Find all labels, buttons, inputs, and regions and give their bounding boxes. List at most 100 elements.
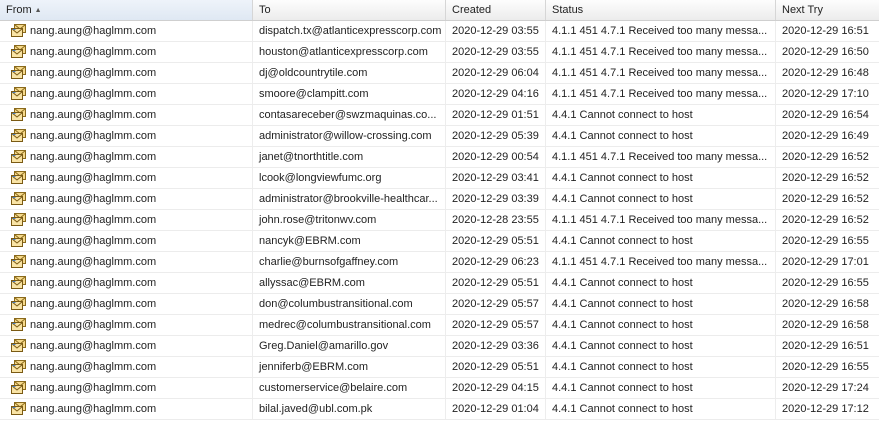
column-header-label: Created: [452, 4, 492, 16]
cell-status: 4.4.1 Cannot connect to host: [546, 189, 776, 209]
table-row[interactable]: nang.aung@haglmm.com nancyk@EBRM.com 202…: [0, 231, 879, 252]
cell-created: 2020-12-29 05:51: [446, 357, 546, 377]
cell-from: nang.aung@haglmm.com: [0, 315, 253, 335]
cell-next-try: 2020-12-29 16:50: [782, 46, 869, 58]
cell-created: 2020-12-29 03:55: [446, 42, 546, 62]
cell-to: dj@oldcountrytile.com: [253, 63, 446, 83]
cell-to: bilal.javed@ubl.com.pk: [253, 399, 446, 419]
column-header-label: To: [259, 4, 271, 16]
cell-status: 4.1.1 451 4.7.1 Received too many messa.…: [546, 42, 776, 62]
cell-to: dispatch.tx@atlanticexpresscorp.com: [253, 21, 446, 41]
table-row[interactable]: nang.aung@haglmm.com don@columbustransit…: [0, 294, 879, 315]
cell-from: nang.aung@haglmm.com: [0, 378, 253, 398]
table-row[interactable]: nang.aung@haglmm.com customerservice@bel…: [0, 378, 879, 399]
column-header-label: From: [6, 4, 32, 16]
cell-status: 4.4.1 Cannot connect to host: [546, 105, 776, 125]
from-address: nang.aung@haglmm.com: [30, 319, 157, 332]
cell-to: allyssac@EBRM.com: [253, 273, 446, 293]
from-address: nang.aung@haglmm.com: [30, 25, 157, 38]
column-header-created[interactable]: Created: [446, 0, 546, 20]
queued-message-icon: [11, 360, 26, 373]
queued-message-icon: [11, 255, 26, 268]
cell-status: 4.4.1 Cannot connect to host: [546, 336, 776, 356]
cell-next-try: 2020-12-29 16:52: [782, 214, 869, 226]
cell-next-try: 2020-12-29 16:55: [782, 235, 869, 247]
table-row[interactable]: nang.aung@haglmm.com allyssac@EBRM.com 2…: [0, 273, 879, 294]
queued-message-icon: [11, 402, 26, 415]
table-row[interactable]: nang.aung@haglmm.com Greg.Daniel@amarill…: [0, 336, 879, 357]
cell-next-try: 2020-12-29 16:55: [782, 277, 869, 289]
from-address: nang.aung@haglmm.com: [30, 403, 157, 416]
queued-message-icon: [11, 45, 26, 58]
cell-created: 2020-12-29 03:41: [446, 168, 546, 188]
column-header-status[interactable]: Status: [546, 0, 776, 20]
cell-created: 2020-12-29 04:15: [446, 378, 546, 398]
table-row[interactable]: nang.aung@haglmm.com contasareceber@swzm…: [0, 105, 879, 126]
table-row[interactable]: nang.aung@haglmm.com houston@atlanticexp…: [0, 42, 879, 63]
cell-to: nancyk@EBRM.com: [253, 231, 446, 251]
queued-message-icon: [11, 318, 26, 331]
cell-next-try: 2020-12-29 16:52: [782, 172, 869, 184]
cell-status: 4.1.1 451 4.7.1 Received too many messa.…: [546, 210, 776, 230]
from-address: nang.aung@haglmm.com: [30, 298, 157, 311]
cell-next-try: 2020-12-29 16:49: [782, 130, 869, 142]
table-row[interactable]: nang.aung@haglmm.com charlie@burnsofgaff…: [0, 252, 879, 273]
cell-to: customerservice@belaire.com: [253, 378, 446, 398]
cell-next-try: 2020-12-29 17:10: [782, 88, 869, 100]
table-row[interactable]: nang.aung@haglmm.com jenniferb@EBRM.com …: [0, 357, 879, 378]
cell-to: jenniferb@EBRM.com: [253, 357, 446, 377]
cell-to: administrator@brookville-healthcar...: [253, 189, 446, 209]
cell-created: 2020-12-29 04:16: [446, 84, 546, 104]
cell-created: 2020-12-29 05:57: [446, 315, 546, 335]
cell-to: don@columbustransitional.com: [253, 294, 446, 314]
queued-message-icon: [11, 108, 26, 121]
cell-next-try: 2020-12-29 16:54: [782, 109, 869, 121]
table-row[interactable]: nang.aung@haglmm.com administrator@willo…: [0, 126, 879, 147]
column-header-label: Status: [552, 4, 584, 16]
sort-ascending-icon: ▲: [34, 7, 42, 14]
table-row[interactable]: nang.aung@haglmm.com dispatch.tx@atlanti…: [0, 21, 879, 42]
cell-to: administrator@willow-crossing.com: [253, 126, 446, 146]
column-header-next-try[interactable]: Next Try: [776, 0, 879, 20]
column-header-to[interactable]: To: [253, 0, 446, 20]
cell-from: nang.aung@haglmm.com: [0, 399, 253, 419]
table-row[interactable]: nang.aung@haglmm.com smoore@clampitt.com…: [0, 84, 879, 105]
from-address: nang.aung@haglmm.com: [30, 172, 157, 185]
grid-body: nang.aung@haglmm.com dispatch.tx@atlanti…: [0, 21, 879, 420]
table-row[interactable]: nang.aung@haglmm.com john.rose@tritonwv.…: [0, 210, 879, 231]
cell-next-try: 2020-12-29 16:55: [782, 361, 869, 373]
table-row[interactable]: nang.aung@haglmm.com bilal.javed@ubl.com…: [0, 399, 879, 420]
table-row[interactable]: nang.aung@haglmm.com lcook@longviewfumc.…: [0, 168, 879, 189]
cell-status: 4.4.1 Cannot connect to host: [546, 273, 776, 293]
cell-to: john.rose@tritonwv.com: [253, 210, 446, 230]
table-row[interactable]: nang.aung@haglmm.com dj@oldcountrytile.c…: [0, 63, 879, 84]
cell-next-try: 2020-12-29 16:58: [782, 298, 869, 310]
cell-next-try: 2020-12-29 16:51: [782, 25, 869, 37]
queued-message-icon: [11, 192, 26, 205]
from-address: nang.aung@haglmm.com: [30, 361, 157, 374]
queued-message-icon: [11, 276, 26, 289]
cell-created: 2020-12-29 03:39: [446, 189, 546, 209]
cell-created: 2020-12-29 01:51: [446, 105, 546, 125]
queued-message-icon: [11, 171, 26, 184]
from-address: nang.aung@haglmm.com: [30, 67, 157, 80]
cell-created: 2020-12-29 05:51: [446, 273, 546, 293]
table-row[interactable]: nang.aung@haglmm.com administrator@brook…: [0, 189, 879, 210]
queued-message-icon: [11, 339, 26, 352]
cell-status: 4.1.1 451 4.7.1 Received too many messa.…: [546, 21, 776, 41]
column-header-from[interactable]: From ▲: [0, 0, 253, 20]
table-row[interactable]: nang.aung@haglmm.com medrec@columbustran…: [0, 315, 879, 336]
cell-created: 2020-12-29 05:51: [446, 231, 546, 251]
queued-message-icon: [11, 129, 26, 142]
cell-next-try: 2020-12-29 16:52: [782, 193, 869, 205]
cell-created: 2020-12-29 06:04: [446, 63, 546, 83]
cell-next-try: 2020-12-29 16:51: [782, 340, 869, 352]
cell-from: nang.aung@haglmm.com: [0, 357, 253, 377]
table-row[interactable]: nang.aung@haglmm.com janet@tnorthtitle.c…: [0, 147, 879, 168]
cell-created: 2020-12-28 23:55: [446, 210, 546, 230]
cell-status: 4.1.1 451 4.7.1 Received too many messa.…: [546, 252, 776, 272]
cell-from: nang.aung@haglmm.com: [0, 294, 253, 314]
cell-next-try: 2020-12-29 16:58: [782, 319, 869, 331]
cell-to: Greg.Daniel@amarillo.gov: [253, 336, 446, 356]
queued-message-icon: [11, 297, 26, 310]
